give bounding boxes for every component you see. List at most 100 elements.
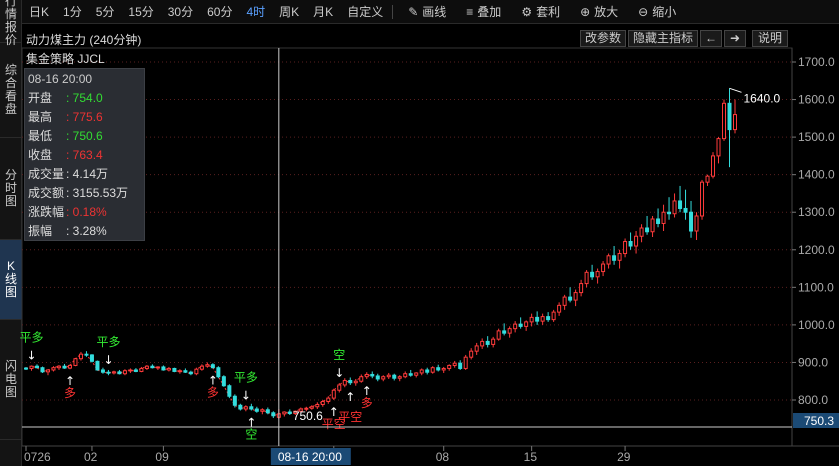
candle-body[interactable]: [601, 263, 606, 273]
candle-body[interactable]: [386, 374, 391, 378]
candle-body[interactable]: [535, 316, 540, 322]
candle-body[interactable]: [689, 211, 694, 232]
candle-body[interactable]: [265, 409, 270, 414]
candle-body[interactable]: [348, 379, 353, 384]
candle-body[interactable]: [34, 365, 39, 369]
candle-body[interactable]: [271, 412, 276, 417]
candle-body[interactable]: [188, 371, 193, 375]
candle-body[interactable]: [716, 138, 721, 157]
candle-body[interactable]: [183, 370, 188, 373]
candle-body[interactable]: [359, 376, 364, 382]
candle-body[interactable]: [628, 241, 633, 247]
candle-body[interactable]: [249, 406, 254, 410]
candle-body[interactable]: [353, 380, 358, 384]
candle-body[interactable]: [40, 367, 45, 373]
edit-params-button[interactable]: 改参数: [580, 30, 626, 47]
candle-body[interactable]: [128, 369, 133, 372]
candle-body[interactable]: [595, 271, 600, 278]
candle-body[interactable]: [205, 364, 210, 367]
candle-body[interactable]: [320, 401, 325, 406]
candle-body[interactable]: [45, 369, 50, 373]
candle-body[interactable]: [463, 356, 468, 369]
candle-body[interactable]: [243, 406, 248, 410]
candle-body[interactable]: [518, 323, 523, 327]
candle-body[interactable]: [364, 373, 369, 378]
candle-body[interactable]: [529, 316, 534, 323]
candle-body[interactable]: [656, 218, 661, 224]
candle-body[interactable]: [342, 379, 347, 386]
candle-body[interactable]: [199, 365, 204, 370]
candle-body[interactable]: [568, 296, 573, 301]
candle-body[interactable]: [430, 367, 435, 373]
candle-body[interactable]: [705, 175, 710, 183]
candle-body[interactable]: [392, 374, 397, 379]
candle-body[interactable]: [513, 323, 518, 330]
candle-body[interactable]: [144, 365, 149, 369]
candle-body[interactable]: [650, 218, 655, 233]
candle-body[interactable]: [612, 255, 617, 261]
candle-body[interactable]: [172, 367, 177, 372]
candle-body[interactable]: [150, 365, 155, 369]
candle-body[interactable]: [122, 370, 127, 375]
candle-body[interactable]: [474, 345, 479, 352]
candle-body[interactable]: [95, 360, 100, 371]
next-arrow-icon[interactable]: ➜: [724, 30, 746, 47]
help-button[interactable]: 说明: [752, 30, 788, 47]
candle-body[interactable]: [700, 181, 705, 217]
candle-body[interactable]: [238, 404, 243, 410]
candle-body[interactable]: [194, 368, 199, 375]
candle-body[interactable]: [155, 366, 160, 369]
candle-body[interactable]: [232, 395, 237, 406]
candle-body[interactable]: [331, 389, 336, 399]
candle-body[interactable]: [166, 367, 171, 371]
candle-body[interactable]: [287, 411, 292, 415]
candle-body[interactable]: [645, 227, 650, 233]
candle-body[interactable]: [573, 292, 578, 301]
candle-body[interactable]: [254, 408, 259, 412]
candle-body[interactable]: [667, 211, 672, 215]
candle-body[interactable]: [161, 366, 166, 371]
candle-body[interactable]: [67, 364, 72, 369]
candle-body[interactable]: [678, 200, 683, 209]
candle-body[interactable]: [485, 340, 490, 345]
candle-body[interactable]: [408, 373, 413, 376]
candle-body[interactable]: [221, 376, 226, 387]
candle-body[interactable]: [111, 371, 116, 374]
prev-arrow-icon[interactable]: ←: [700, 30, 722, 47]
candle-body[interactable]: [24, 367, 28, 370]
candle-body[interactable]: [469, 350, 474, 358]
candle-body[interactable]: [397, 376, 402, 379]
candle-body[interactable]: [89, 354, 94, 362]
candle-body[interactable]: [551, 311, 556, 321]
candle-body[interactable]: [414, 372, 419, 376]
candle-body[interactable]: [260, 409, 265, 412]
candle-body[interactable]: [711, 155, 716, 177]
candle-body[interactable]: [639, 227, 644, 237]
candle-body[interactable]: [370, 373, 375, 377]
candle-body[interactable]: [546, 316, 551, 321]
candle-body[interactable]: [458, 362, 463, 369]
candle-body[interactable]: [326, 397, 331, 403]
candle-body[interactable]: [403, 373, 408, 378]
candle-body[interactable]: [84, 353, 89, 356]
candle-body[interactable]: [315, 404, 320, 408]
candle-body[interactable]: [419, 369, 424, 374]
candle-body[interactable]: [623, 241, 628, 255]
candle-body[interactable]: [452, 362, 457, 366]
candle-body[interactable]: [524, 321, 529, 327]
candle-body[interactable]: [441, 367, 446, 371]
candle-body[interactable]: [73, 358, 78, 366]
candle-body[interactable]: [337, 384, 342, 391]
candle-body[interactable]: [78, 353, 83, 360]
candle-body[interactable]: [584, 271, 589, 285]
candle-body[interactable]: [62, 365, 67, 369]
candle-body[interactable]: [496, 330, 501, 340]
candle-body[interactable]: [29, 365, 34, 369]
candle-body[interactable]: [375, 375, 380, 380]
candle-body[interactable]: [133, 369, 138, 372]
candle-body[interactable]: [447, 364, 452, 369]
candle-body[interactable]: [557, 304, 562, 313]
candle-body[interactable]: [683, 207, 688, 213]
candle-body[interactable]: [733, 114, 737, 131]
candle-body[interactable]: [634, 235, 639, 247]
